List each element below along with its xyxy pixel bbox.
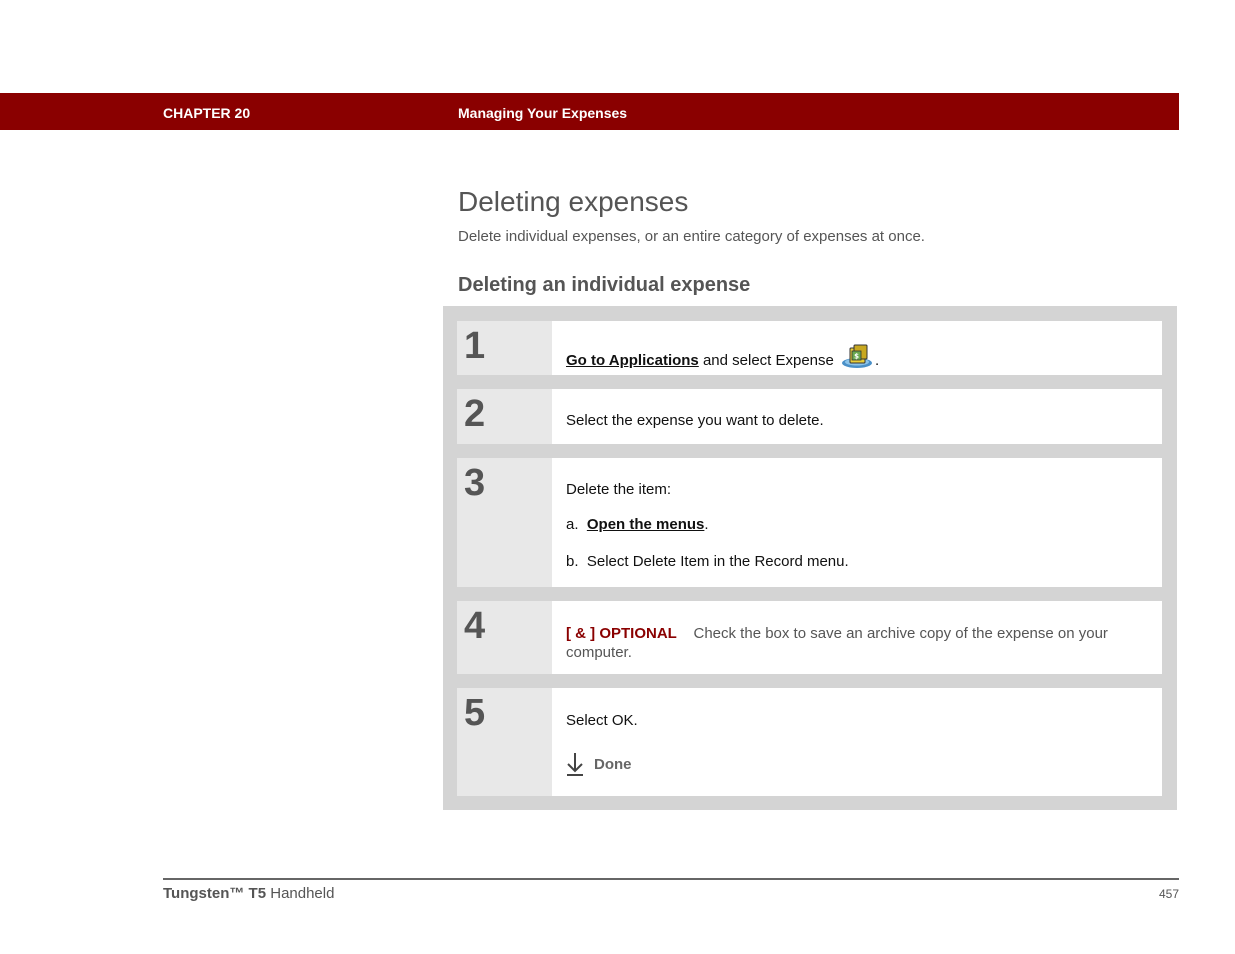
substep-prefix: a. (566, 516, 579, 533)
step-number: 2 (457, 389, 552, 444)
step-number: 4 (457, 601, 552, 674)
step-number: 5 (457, 688, 552, 796)
step-text: and select Expense (698, 352, 839, 369)
substep-b: b. Select Delete Item in the Record menu… (566, 553, 1162, 570)
substep-suffix: . (704, 516, 709, 533)
step-text: Select the expense you want to delete. (566, 412, 824, 429)
go-to-applications-link[interactable]: Go to Applications (566, 352, 699, 369)
step-body: Delete the item: a. Open the menus. b. S… (552, 458, 1162, 587)
substep-a: a. Open the menus. (566, 516, 1162, 533)
chapter-label: CHAPTER 20 (163, 105, 251, 121)
footer-divider (163, 878, 1179, 880)
substep-text: Select Delete Item in the Record menu. (586, 553, 849, 570)
chapter-header-bar: CHAPTER 20 Managing Your Expenses (0, 93, 1179, 130)
step-body: Go to Applications and select Expense $ … (552, 321, 1162, 375)
expense-app-icon: $ (841, 343, 875, 373)
step-number: 3 (457, 458, 552, 587)
footer-product: Tungsten™ T5 Handheld (163, 885, 334, 902)
steps-panel: 1 Go to Applications and select Expense … (443, 306, 1177, 810)
page-number: 457 (1158, 887, 1179, 901)
step-body: Select the expense you want to delete. (552, 389, 1162, 444)
footer-brand: Tungsten™ T5 (163, 885, 267, 902)
done-marker: Done (566, 752, 1162, 776)
section-title: Deleting expenses (458, 186, 689, 217)
step-body: Select OK. Done (552, 688, 1162, 796)
footer-product-name: Handheld (270, 885, 335, 902)
step-3: 3 Delete the item: a. Open the menus. b.… (457, 458, 1162, 587)
step-2: 2 Select the expense you want to delete. (457, 389, 1162, 444)
step-text: Select OK. (566, 712, 638, 729)
step-body: [ & ] OPTIONAL Check the box to save an … (552, 601, 1162, 674)
svg-text:$: $ (854, 353, 859, 361)
open-the-menus-link[interactable]: Open the menus (587, 516, 705, 533)
step-text: Delete the item: (566, 481, 672, 498)
step-suffix: . (875, 352, 880, 369)
step-4: 4 [ & ] OPTIONAL Check the box to save a… (457, 601, 1162, 674)
chapter-title: Managing Your Expenses (458, 105, 628, 121)
subsection-title: Deleting an individual expense (458, 274, 751, 296)
step-number: 1 (457, 321, 552, 375)
substep-prefix: b. (566, 553, 579, 570)
step-5: 5 Select OK. Done (457, 688, 1162, 796)
down-arrow-icon (566, 752, 584, 776)
step-1: 1 Go to Applications and select Expense … (457, 321, 1162, 375)
page: CHAPTER 20 Managing Your Expenses Deleti… (0, 0, 1235, 954)
section-intro: Delete individual expenses, or an entire… (458, 228, 925, 245)
optional-tag: [ & ] OPTIONAL (566, 625, 677, 642)
done-label: Done (594, 755, 632, 773)
